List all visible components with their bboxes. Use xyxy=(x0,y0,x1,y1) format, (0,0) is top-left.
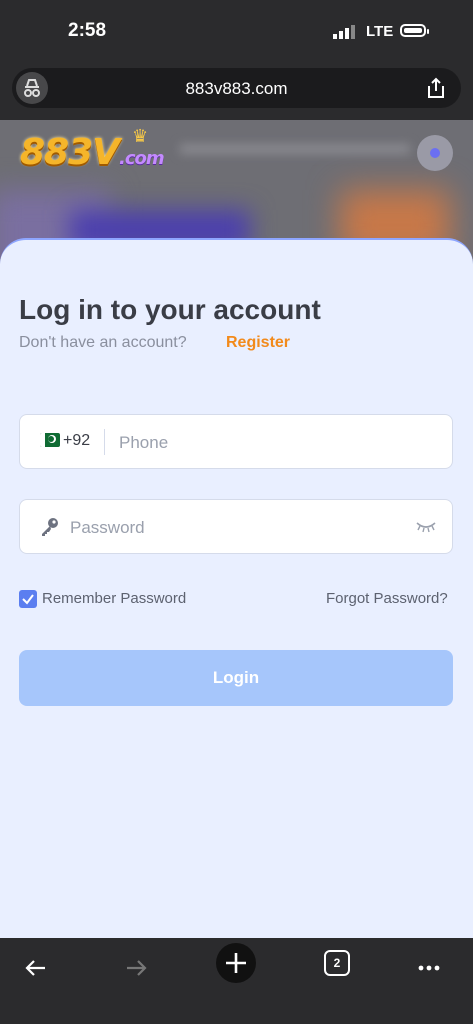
password-field[interactable] xyxy=(19,499,453,554)
phone-field[interactable]: +92 xyxy=(19,414,453,469)
share-icon[interactable] xyxy=(424,76,448,100)
remember-label[interactable]: Remember Password xyxy=(42,590,186,607)
status-time: 2:58 xyxy=(68,20,107,41)
more-dots-icon xyxy=(418,965,440,971)
tabs-count-icon[interactable]: 2 xyxy=(324,950,350,976)
back-arrow-icon xyxy=(25,960,45,976)
password-input[interactable] xyxy=(68,512,412,544)
login-sheet: Log in to your account Don't have an acc… xyxy=(0,238,473,938)
status-bar: 2:58 LTE xyxy=(0,0,473,60)
forgot-password-link[interactable]: Forgot Password? xyxy=(326,590,448,607)
site-logo: 883V.com ♛ xyxy=(20,126,165,173)
remember-checkbox[interactable] xyxy=(19,590,37,608)
logo-suffix: .com xyxy=(119,148,165,169)
country-code[interactable]: +92 xyxy=(63,432,90,450)
login-button[interactable]: Login xyxy=(19,650,453,706)
browser-toolbar: 2 xyxy=(0,938,473,1024)
url-text[interactable]: 883v883.com xyxy=(12,79,461,99)
forward-button[interactable] xyxy=(112,944,160,992)
background-avatar-icon xyxy=(417,135,453,171)
crown-icon: ♛ xyxy=(132,126,148,147)
network-label: LTE xyxy=(366,23,394,40)
back-button[interactable] xyxy=(12,944,60,992)
page-title: Log in to your account xyxy=(19,294,321,325)
new-tab-plus-icon xyxy=(226,953,246,973)
eye-closed-icon[interactable] xyxy=(415,520,437,534)
field-divider xyxy=(104,429,105,455)
logo-main: 883V xyxy=(20,132,120,173)
new-tab-button[interactable] xyxy=(216,943,256,983)
register-link[interactable]: Register xyxy=(226,334,290,352)
forward-arrow-icon xyxy=(127,960,147,976)
signal-icon xyxy=(333,25,355,39)
more-button[interactable] xyxy=(405,944,453,992)
phone-input[interactable] xyxy=(117,427,441,459)
address-bar[interactable]: 883v883.com xyxy=(12,68,461,108)
no-account-text: Don't have an account? xyxy=(19,334,187,351)
key-icon xyxy=(42,518,58,536)
battery-icon xyxy=(400,24,429,37)
browser-address-row: 883v883.com xyxy=(0,60,473,120)
checkbox-checked-icon xyxy=(22,594,34,605)
pakistan-flag-icon[interactable] xyxy=(40,433,60,447)
background-nav xyxy=(180,144,410,154)
